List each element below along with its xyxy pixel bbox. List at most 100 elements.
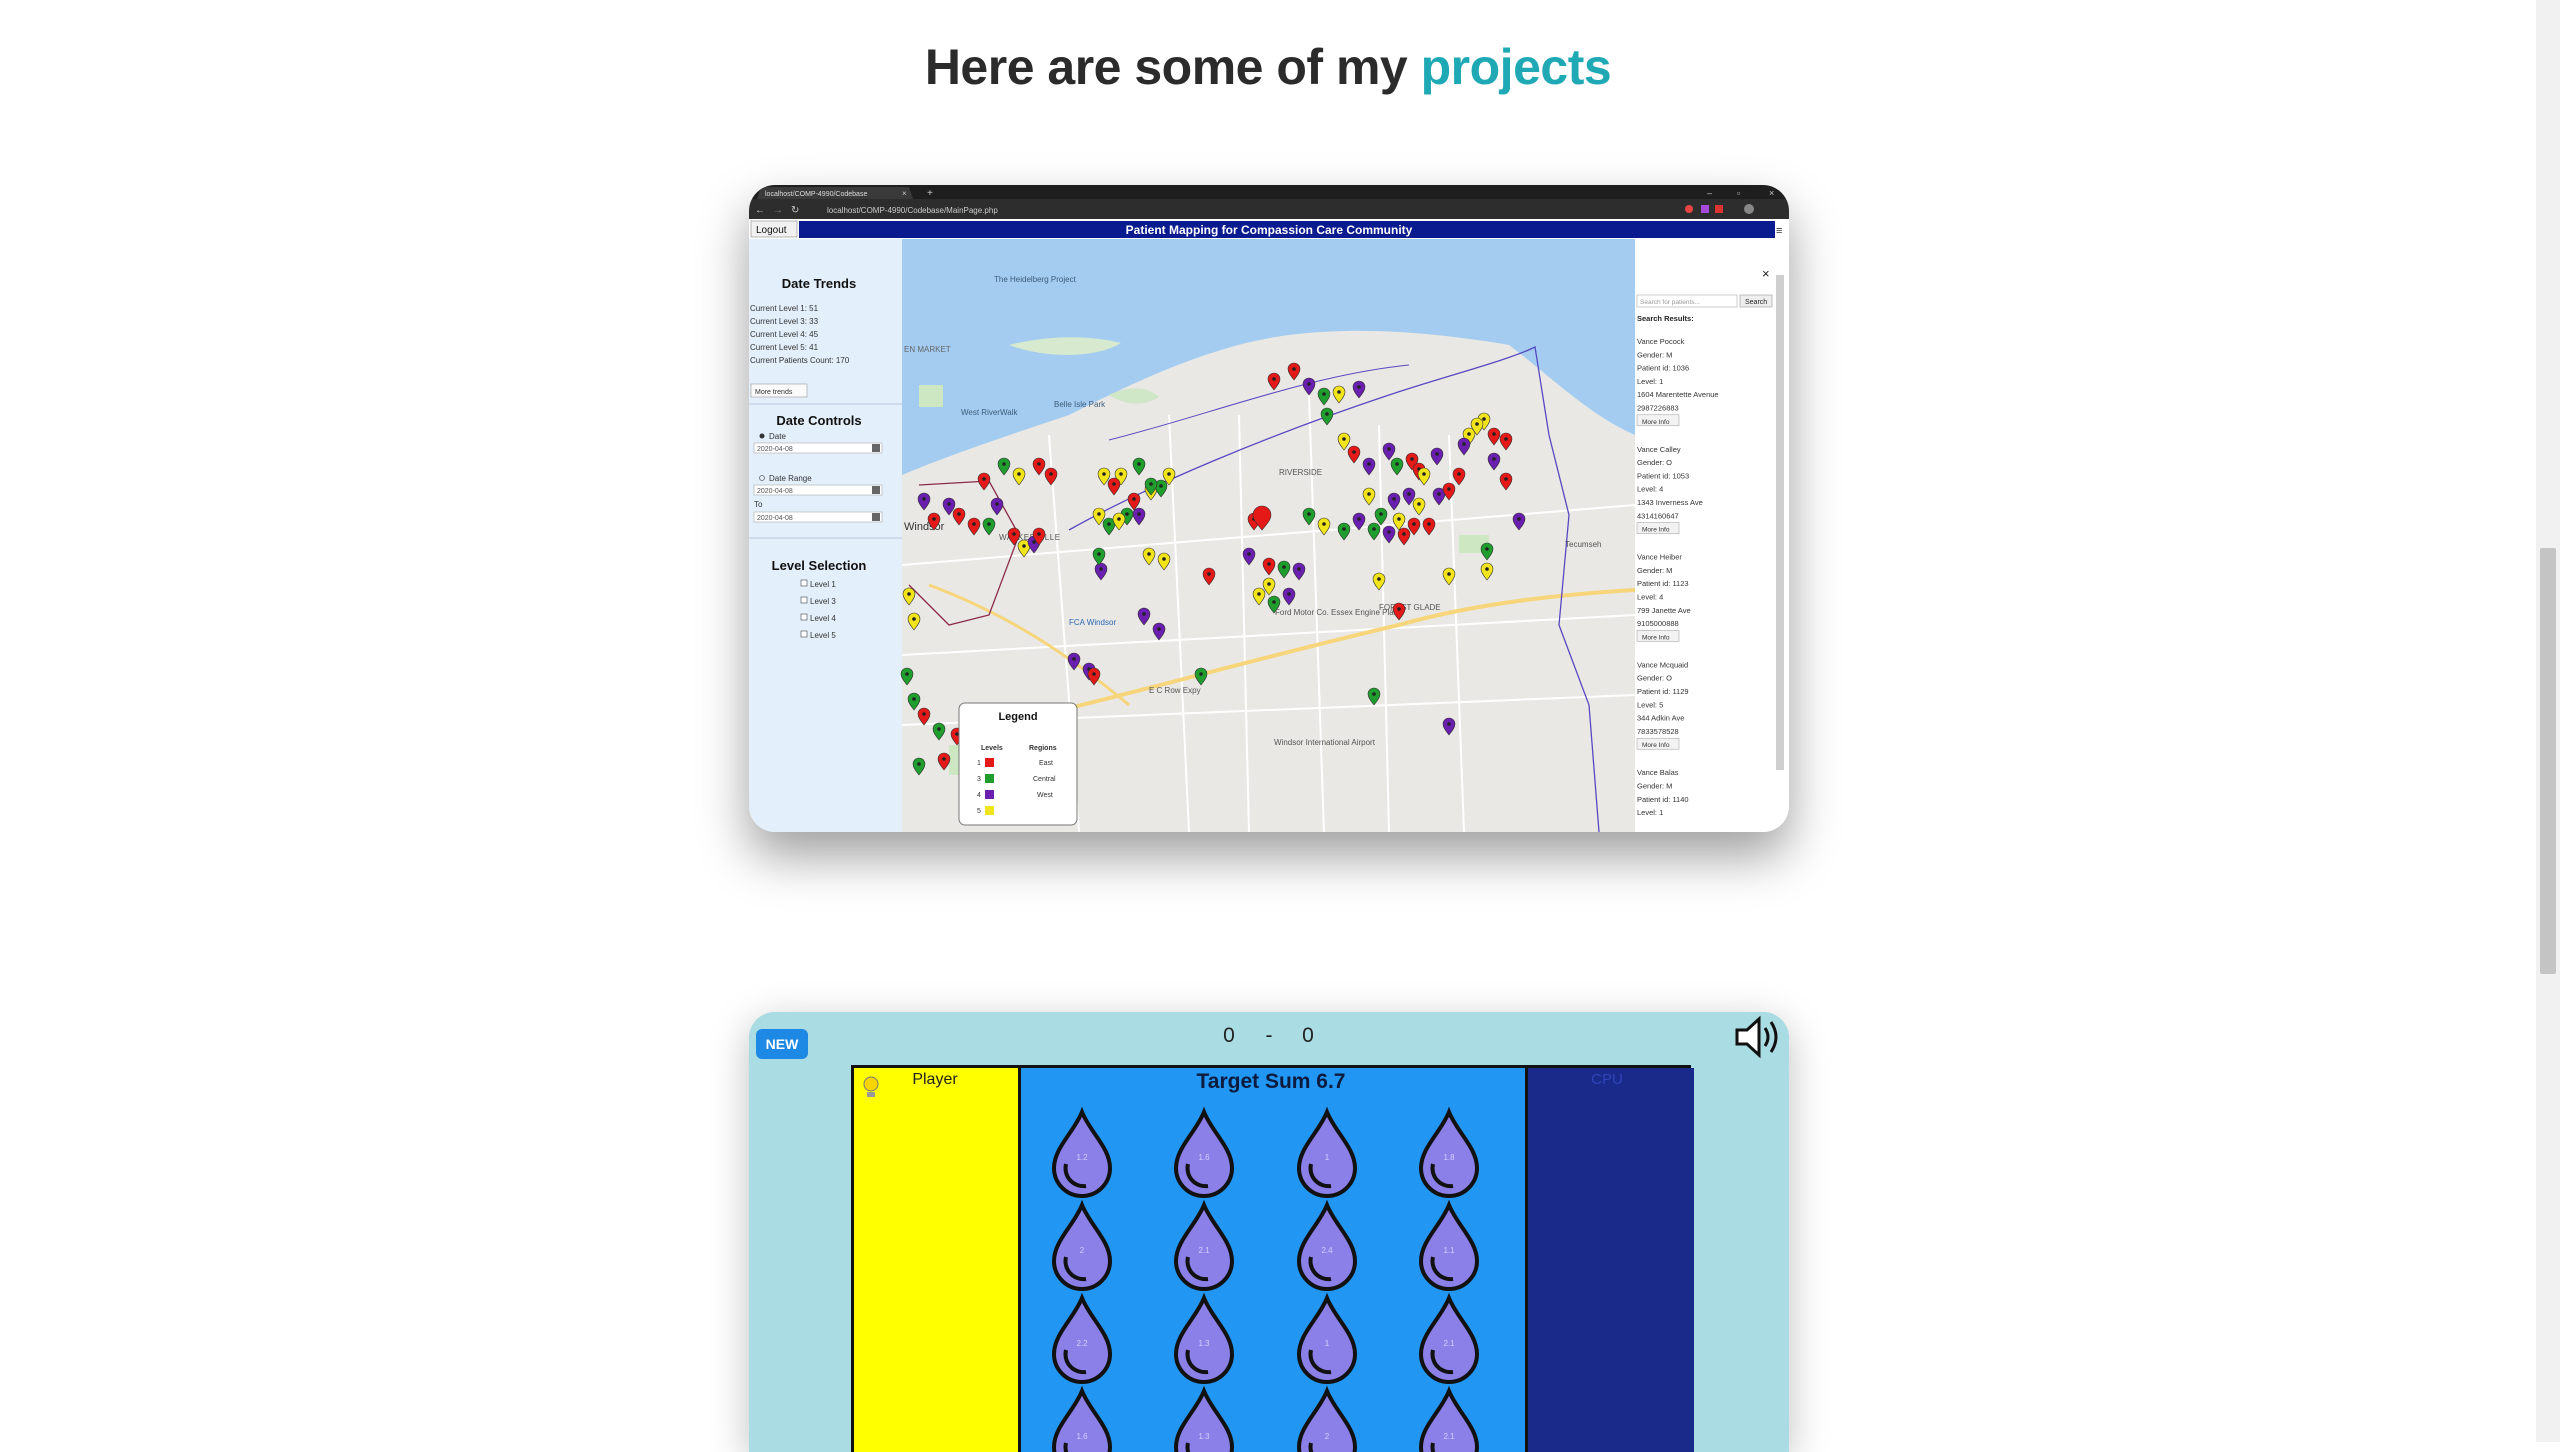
level-checkbox[interactable] [800,579,808,587]
scrollbar-thumb[interactable] [2540,548,2556,974]
level-checkbox[interactable] [800,630,808,638]
calendar-icon[interactable] [872,444,880,452]
address-bar[interactable]: localhost/COMP-4990/Codebase/MainPage.ph… [827,206,998,215]
reload-icon[interactable]: ↻ [791,205,799,216]
score-separator: - [1266,1024,1273,1047]
map-marker-dot [1002,462,1006,466]
close-window-icon[interactable]: × [1769,188,1774,198]
score-cpu: 0 [1302,1024,1314,1047]
map-marker-dot [1247,552,1251,556]
map-label: FOREST GLADE [1379,603,1441,612]
map-label: Windsor International Airport [1274,738,1376,747]
maximize-icon[interactable]: ▫ [1737,188,1740,198]
map-marker-dot [942,757,946,761]
map-marker-dot [1325,412,1329,416]
back-icon[interactable]: ← [755,205,765,216]
profile-icon[interactable] [1744,204,1754,214]
project-card-target-sum-game[interactable]: NEW 0 - 0 Player Target Sum 6.7 CPU 1.2 1… [749,1012,1789,1452]
result-phone: 4314160647 [1637,511,1679,520]
map-marker-dot [1407,492,1411,496]
more-info-label: More Info [1642,742,1670,749]
level-label: Level 5 [810,631,836,640]
result-address: 1604 Marentette Avenue [1637,390,1719,399]
map-marker-dot [937,727,941,731]
map[interactable]: The Heidelberg Project Belle Isle Park W… [900,239,1636,832]
map-label: EN MARKET [904,345,951,354]
map-marker-dot [1367,462,1371,466]
map-marker-dot [1447,487,1451,491]
project-card-patient-mapping[interactable]: localhost/COMP-4990/Codebase × + – ▫ × ←… [749,185,1789,832]
extension-icon[interactable] [1685,205,1693,213]
result-name: Vance Heiber [1637,553,1682,562]
legend-region: Central [1033,776,1056,783]
map-marker-dot [1287,592,1291,596]
calendar-icon[interactable] [872,513,880,521]
map-marker-dot [1462,442,1466,446]
map-marker-dot [922,712,926,716]
level-label: Level 3 [810,597,836,606]
close-tab-icon[interactable]: × [902,189,907,198]
search-button-label: Search [1745,299,1767,306]
forward-icon[interactable]: → [773,205,783,216]
close-panel-icon[interactable]: × [1762,266,1770,281]
legend-region: West [1037,792,1053,799]
result-address: 799 Janette Ave [1637,606,1691,615]
map-marker-dot [1117,517,1121,521]
map-marker-dot [995,502,999,506]
extension-icon[interactable] [1715,205,1723,213]
result-gender: Gender: M [1637,782,1672,791]
left-panel [749,239,902,832]
app-title: Patient Mapping for Compassion Care Comm… [1126,223,1413,237]
map-marker-dot [912,697,916,701]
map-marker-dot [1097,512,1101,516]
map-marker-dot [982,477,986,481]
map-marker-dot [1307,382,1311,386]
map-marker-dot [1199,672,1203,676]
date-value: 2020-04-08 [757,446,793,453]
map-marker-dot [1504,477,1508,481]
level-checkbox[interactable] [800,596,808,604]
map-marker-dot [1435,452,1439,456]
map-marker-dot [1475,422,1479,426]
extension-icon[interactable] [1701,205,1709,213]
minimize-icon[interactable]: – [1707,188,1712,198]
page-scrollbar[interactable] [2536,0,2560,1442]
level-checkbox[interactable] [800,613,808,621]
date-label: Date [769,432,786,441]
legend-level: 3 [977,776,981,783]
map-marker-dot [1137,462,1141,466]
more-info-label: More Info [1642,419,1670,426]
map-marker-dot [1447,722,1451,726]
trend-line: Current Level 3: 33 [750,317,819,326]
project-screenshot-game: NEW 0 - 0 Player Target Sum 6.7 CPU 1.2 1… [749,1012,1789,1452]
map-marker-dot [1322,392,1326,396]
panel-scrollbar[interactable] [1776,275,1784,770]
map-marker-dot [1159,484,1163,488]
map-marker-dot [1157,627,1161,631]
map-marker-dot [972,522,976,526]
map-marker-dot [1387,530,1391,534]
trends-title: Date Trends [782,276,856,291]
date-radio[interactable] [759,433,765,439]
result-phone: 9105000888 [1637,619,1679,628]
map-marker-dot [912,617,916,621]
result-gender: Gender: M [1637,566,1672,575]
legend-swatch [985,758,994,767]
map-marker-dot [1099,567,1103,571]
new-tab-icon[interactable]: + [927,188,933,199]
legend-swatch [985,774,994,783]
legend-regions-header: Regions [1029,745,1057,752]
map-marker-dot [917,762,921,766]
more-trends-label: More trends [755,389,793,396]
calendar-icon[interactable] [872,486,880,494]
hamburger-icon[interactable]: ≡ [1776,225,1782,237]
map-marker-dot [1137,512,1141,516]
search-placeholder: Search for patients... [1640,299,1700,306]
map-marker-dot [1504,437,1508,441]
map-marker-dot [1307,512,1311,516]
map-marker-dot [1012,532,1016,536]
drop-value: 1.1 [1443,1246,1455,1255]
map-marker-dot [1492,457,1496,461]
map-marker-dot [1167,472,1171,476]
map-marker-dot [1142,612,1146,616]
